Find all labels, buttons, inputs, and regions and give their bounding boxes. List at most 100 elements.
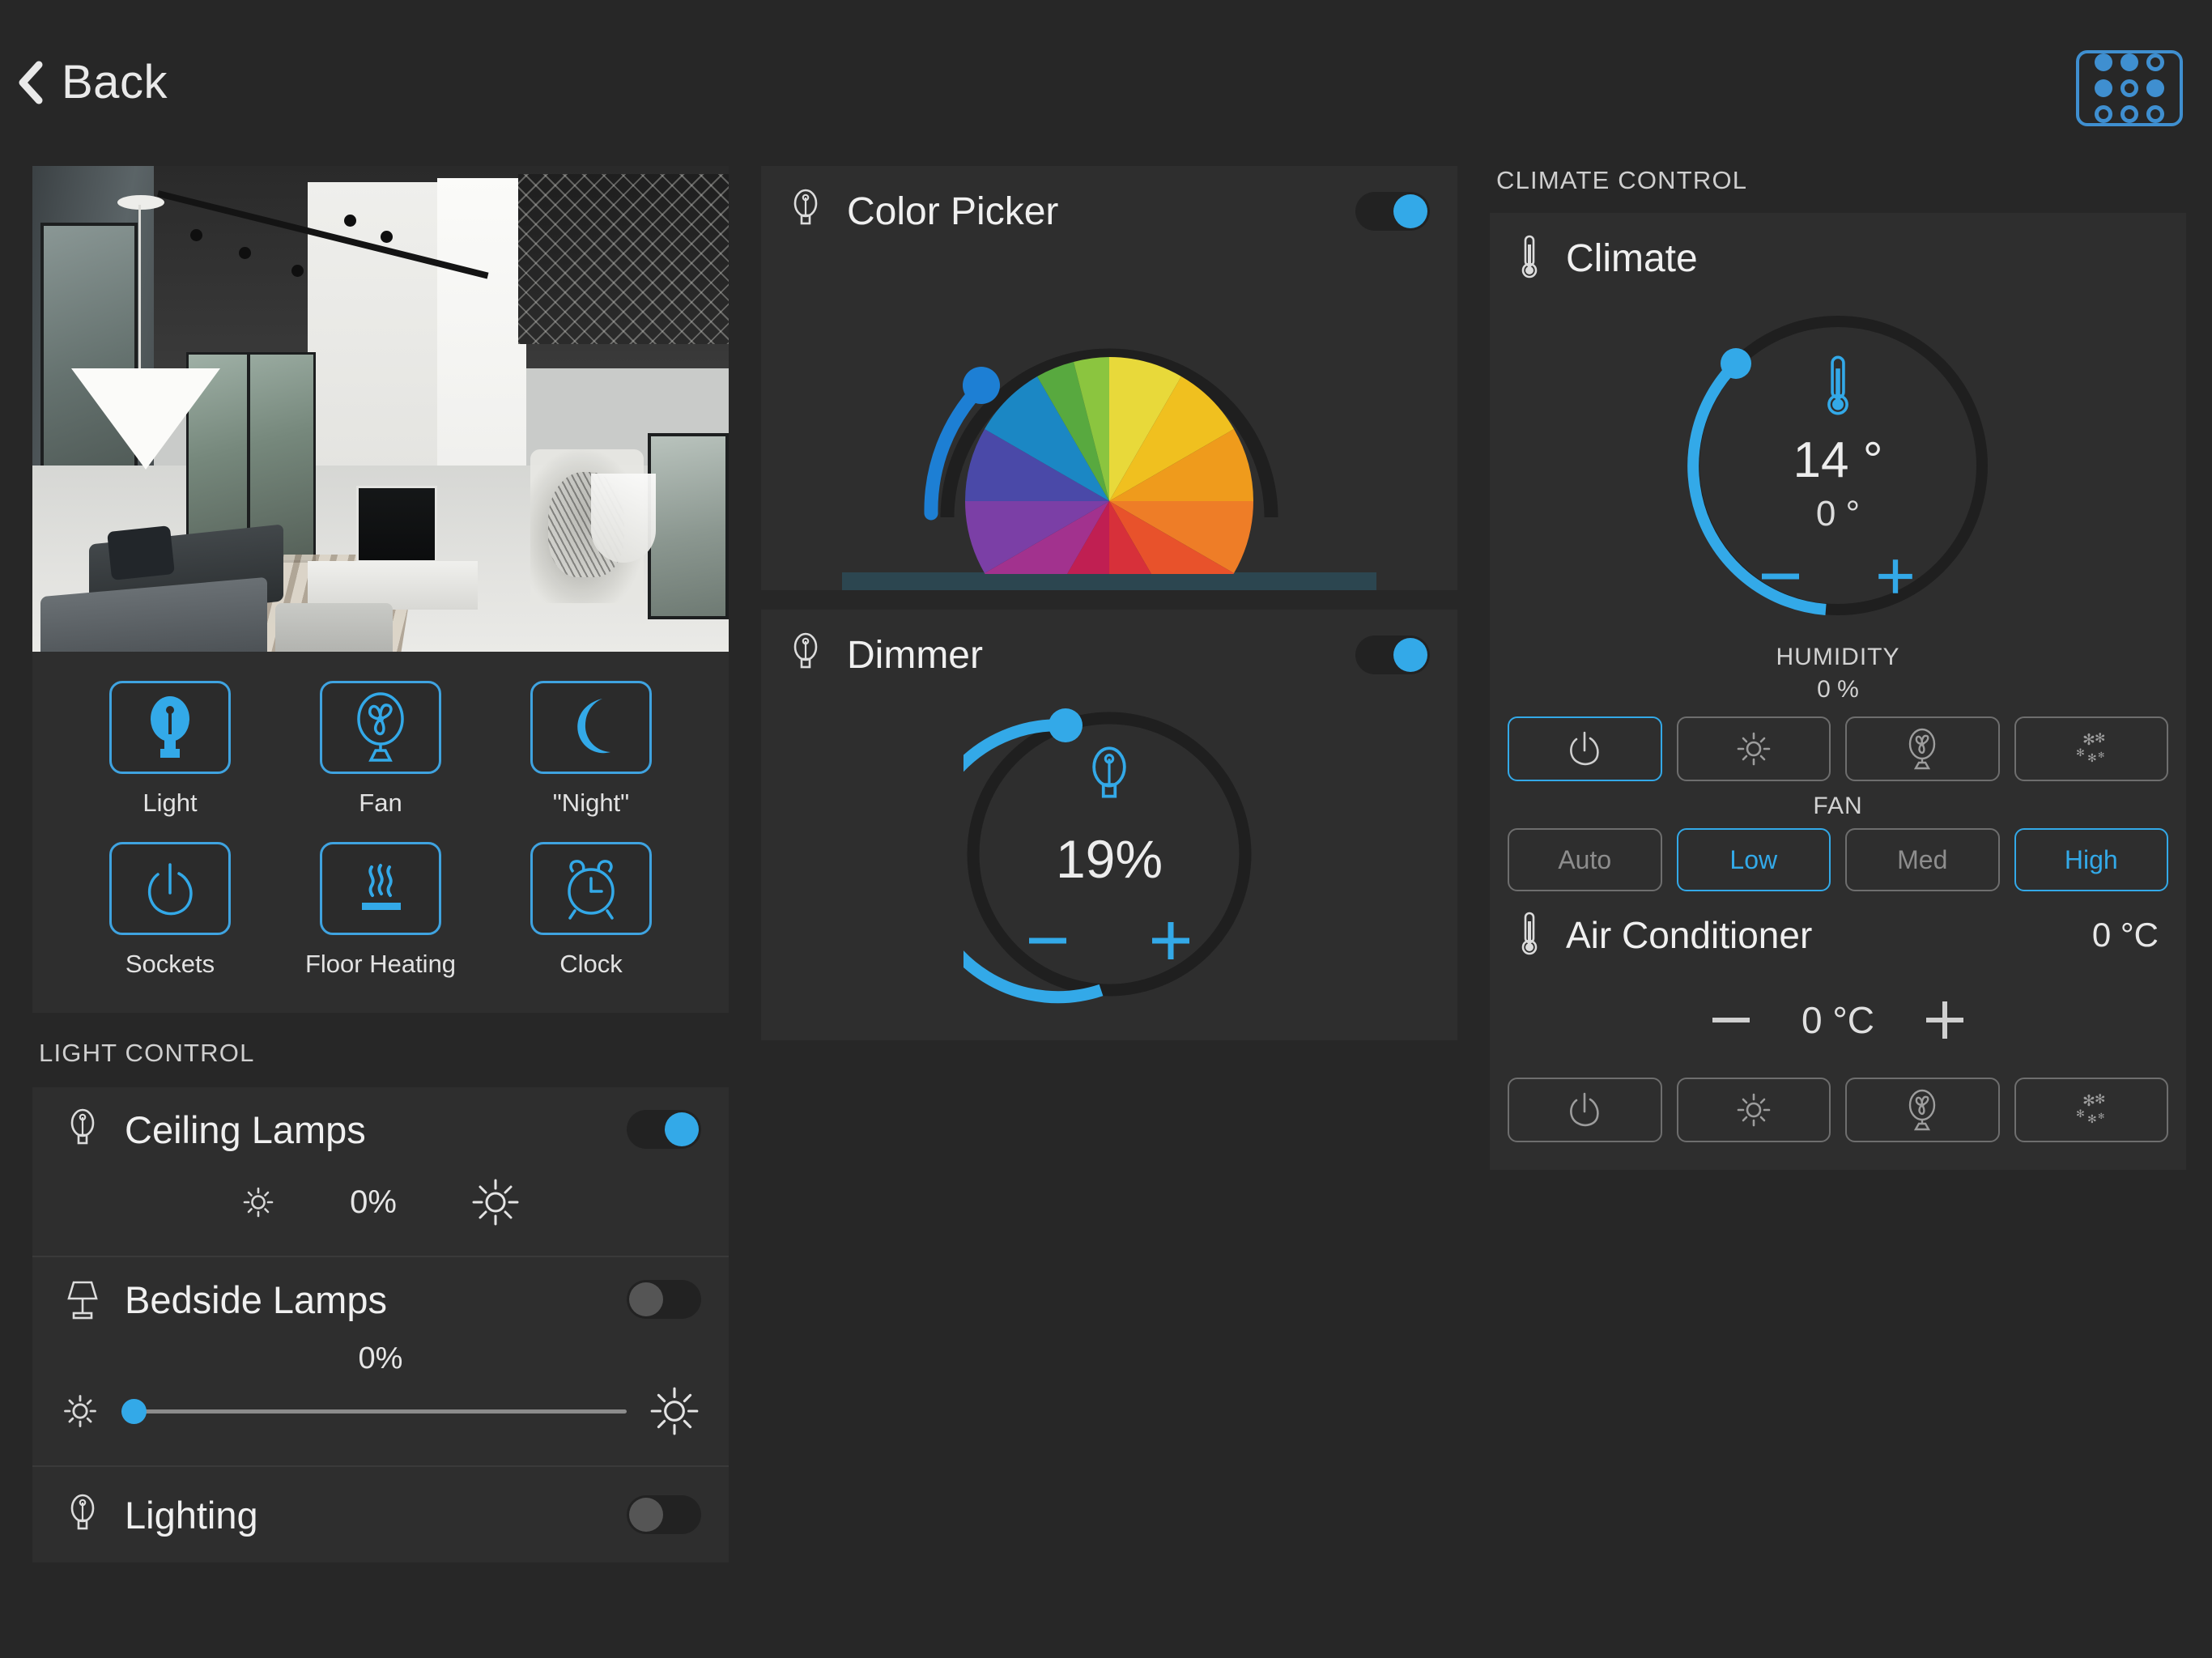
quick-action-label: Light [143, 789, 198, 817]
air-conditioner-stepper: 0 °C [1490, 979, 2186, 1065]
quick-action-clock[interactable]: Clock [486, 842, 696, 979]
snowflake-icon: ✻ ✻ ✻ ✻ ✻ [2076, 1093, 2105, 1125]
dimmer-value: 19% [1055, 829, 1163, 889]
color-preview-bar[interactable] [842, 572, 1376, 590]
bedside-lamps-slider[interactable] [121, 1398, 627, 1424]
brightness-high-icon[interactable] [648, 1384, 701, 1438]
floor-heating-icon [362, 863, 401, 910]
light-row-name: Lighting [125, 1493, 258, 1537]
dimmer-center: 19% [761, 742, 1457, 966]
svg-text:✻: ✻ [2095, 732, 2105, 746]
light-toggle-ceiling-lamps[interactable] [627, 1110, 701, 1149]
minus-icon[interactable] [1755, 554, 1806, 599]
bedside-lamps-brightness: 0% [358, 1341, 403, 1375]
grid-dot [2095, 105, 2112, 123]
apps-grid-icon [2095, 53, 2164, 123]
quick-action-fan[interactable]: Fan [275, 681, 486, 818]
plus-icon[interactable] [1146, 916, 1196, 966]
air-conditioner-temp: 0 °C [2091, 916, 2159, 954]
thermometer-icon [1517, 232, 1542, 286]
sun-icon [1737, 1093, 1771, 1127]
thermometer-icon [1517, 908, 1542, 963]
toggle-knob [1393, 638, 1427, 672]
slider-thumb[interactable] [121, 1398, 147, 1424]
dimmer-panel: Dimmer 19% [761, 610, 1457, 1040]
lightbulb-filled-icon [151, 695, 189, 758]
snowflake-icon: ✻ ✻ ✻ ✻ ✻ [2076, 732, 2105, 764]
lightbulb-outline-icon [60, 1106, 105, 1153]
quick-action-light-box[interactable] [109, 681, 231, 774]
quick-action-light[interactable]: Light [65, 681, 275, 818]
brightness-low-icon[interactable] [60, 1391, 100, 1431]
quick-actions-grid: Light Fan "Night" Sockets Floor Heating … [32, 652, 729, 1013]
quick-action-night[interactable]: "Night" [486, 681, 696, 818]
quick-action-night-box[interactable] [530, 681, 652, 774]
fan-speed-high[interactable]: High [2014, 828, 2168, 891]
quick-action-label: Sockets [125, 950, 215, 978]
fan-speed-auto[interactable]: Auto [1508, 828, 1662, 891]
climate-title: Climate [1566, 236, 1698, 280]
svg-text:✻: ✻ [2098, 751, 2104, 760]
svg-text:✻: ✻ [2098, 1112, 2104, 1121]
ac-mode-cool[interactable]: ✻ ✻ ✻ ✻ ✻ [2014, 1078, 2168, 1142]
climate-center: 14 ° 0 ° [1490, 351, 2186, 599]
lightbulb-outline-icon [60, 1491, 105, 1538]
light-toggle-lighting[interactable] [627, 1495, 701, 1534]
svg-text:✻: ✻ [2087, 751, 2097, 764]
svg-text:✻: ✻ [2076, 746, 2085, 759]
air-conditioner-title: Air Conditioner [1566, 914, 1813, 956]
plus-icon[interactable] [1921, 997, 1968, 1044]
dimmer-toggle[interactable] [1355, 636, 1430, 674]
table-lamp-icon [60, 1276, 105, 1323]
fan-speed-med[interactable]: Med [1845, 828, 2000, 891]
air-conditioner-setpoint: 0 °C [1802, 999, 1874, 1041]
ceiling-lamps-brightness: 0% [350, 1184, 397, 1220]
brightness-high-icon[interactable] [470, 1176, 521, 1228]
climate-mode-row: ✻ ✻ ✻ ✻ ✻ [1490, 704, 2186, 781]
quick-action-floor-heating[interactable]: Floor Heating [275, 842, 486, 979]
thermometer-icon [1827, 355, 1848, 415]
quick-action-sockets-box[interactable] [109, 842, 231, 935]
toggle-knob [1393, 194, 1427, 228]
minus-icon[interactable] [1708, 1000, 1755, 1040]
color-wheel[interactable] [858, 250, 1360, 574]
quick-action-clock-box[interactable] [530, 842, 652, 935]
apps-grid-button[interactable] [2076, 50, 2183, 126]
minus-icon[interactable] [1023, 916, 1073, 966]
lightbulb-outline-icon [789, 186, 823, 237]
ac-mode-fan[interactable] [1845, 1078, 2000, 1142]
color-wheel-handle [963, 367, 1000, 404]
air-conditioner-header: Air Conditioner 0 °C [1490, 891, 2186, 979]
ac-mode-heat[interactable] [1676, 1078, 1831, 1142]
grid-dot [2121, 105, 2138, 123]
air-conditioner-mode-row: ✻ ✻ ✻ ✻ ✻ [1490, 1065, 2186, 1170]
climate-current: 0 ° [1815, 494, 1861, 534]
color-picker-toggle[interactable] [1355, 192, 1430, 231]
sun-icon [1737, 732, 1771, 766]
light-control-caption: LIGHT CONTROL [39, 1039, 255, 1067]
quick-action-sockets[interactable]: Sockets [65, 842, 275, 979]
grid-dot [2095, 53, 2112, 71]
light-row-bedside-lamps: Bedside Lamps 0% [32, 1257, 729, 1465]
quick-action-label: "Night" [552, 789, 630, 817]
brightness-low-icon[interactable] [240, 1184, 277, 1221]
fan-speed-low[interactable]: Low [1676, 828, 1831, 891]
climate-mode-cool[interactable]: ✻ ✻ ✻ ✻ ✻ [2014, 716, 2168, 781]
climate-mode-heat[interactable] [1676, 716, 1831, 781]
moon-icon [577, 698, 610, 753]
ac-mode-power[interactable] [1508, 1078, 1662, 1142]
light-row-lighting: Lighting [32, 1467, 729, 1562]
back-button[interactable]: Back [16, 55, 168, 109]
plus-icon[interactable] [1870, 554, 1921, 599]
light-control-list: Ceiling Lamps 0% Bedside Lamps 0% Lighti… [32, 1087, 729, 1562]
climate-mode-power[interactable] [1508, 716, 1662, 781]
quick-action-floor-heating-box[interactable] [320, 842, 441, 935]
quick-action-fan-box[interactable] [320, 681, 441, 774]
smart-home-control-screen: Back Light Fan "Night" Sockets Floor Hea… [0, 0, 2212, 1658]
color-wheel-body [761, 257, 1457, 574]
climate-mode-fan[interactable] [1845, 716, 2000, 781]
light-toggle-bedside-lamps[interactable] [627, 1280, 701, 1319]
quick-action-label: Floor Heating [304, 950, 457, 978]
back-label: Back [62, 56, 168, 108]
climate-setpoint: 14 ° [1793, 432, 1883, 488]
